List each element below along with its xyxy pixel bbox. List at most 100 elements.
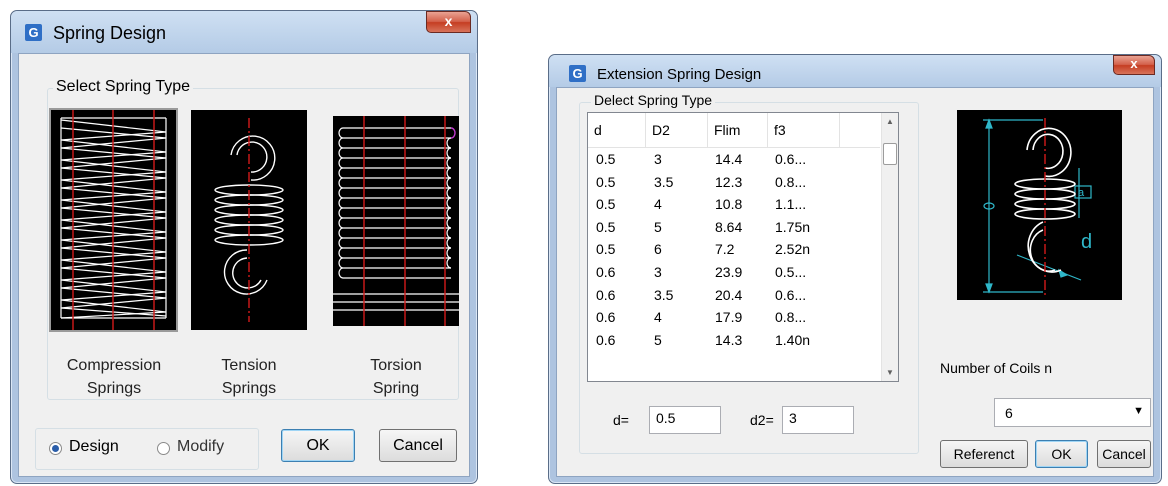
cell-d: 0.6 bbox=[596, 309, 616, 326]
close-button[interactable]: x bbox=[426, 11, 471, 33]
cancel-button[interactable]: Cancel bbox=[1097, 440, 1151, 468]
coils-value: 6 bbox=[1005, 405, 1013, 421]
cell-d2: 4 bbox=[654, 196, 662, 213]
cell-d: 0.6 bbox=[596, 286, 616, 303]
d-label: d= bbox=[613, 412, 629, 428]
cell-flim: 17.9 bbox=[715, 309, 743, 326]
compression-spring-drawing bbox=[60, 110, 167, 330]
referenct-button[interactable]: Referenct bbox=[940, 440, 1028, 468]
window-title: Spring Design bbox=[53, 23, 167, 43]
column-header-d2[interactable]: D2 bbox=[646, 113, 708, 147]
d2-label: d2= bbox=[750, 412, 774, 428]
cell-f3: 1.1... bbox=[775, 196, 807, 213]
cell-f3: 2.52n bbox=[775, 241, 811, 258]
table-row[interactable]: 0.6 5 14.3 1.40n bbox=[588, 329, 880, 352]
cell-d: 0.5 bbox=[596, 173, 616, 190]
cell-d2: 3 bbox=[654, 151, 662, 167]
cell-d: 0.6 bbox=[596, 263, 616, 280]
app-icon: G bbox=[25, 24, 42, 41]
list-scrollbar[interactable]: ▲ ▼ bbox=[881, 113, 898, 381]
extension-spring-design-dialog: G Extension Spring Design x Delect Sprin… bbox=[548, 54, 1162, 484]
cell-d: 0.5 bbox=[596, 151, 616, 167]
table-row[interactable]: 0.6 3 23.9 0.5... bbox=[588, 261, 880, 284]
table-row[interactable]: 0.6 4 17.9 0.8... bbox=[588, 306, 880, 329]
modify-radio[interactable] bbox=[157, 442, 170, 455]
coils-dropdown[interactable]: 6 ▼ bbox=[994, 398, 1151, 427]
caption-line-2: Springs bbox=[221, 380, 277, 397]
cell-d2: 5 bbox=[654, 218, 662, 235]
cell-flim: 20.4 bbox=[715, 286, 743, 303]
list-rows: 0.5 3 14.4 0.6... 0.5 3.5 12.3 0.8... 0.5 4 10.8… bbox=[588, 148, 880, 351]
table-row[interactable]: 0.5 4 10.8 1.1... bbox=[588, 193, 880, 216]
spring-type-group-label: Select Spring Type bbox=[53, 78, 194, 96]
table-row[interactable]: 0.5 5 8.64 1.75n bbox=[588, 216, 880, 239]
column-header-f3[interactable]: f3 bbox=[768, 113, 840, 147]
column-header-flim[interactable]: Flim bbox=[708, 113, 768, 147]
cell-flim: 8.64 bbox=[715, 218, 743, 235]
cell-d: 0.6 bbox=[596, 331, 616, 348]
coils-label: Number of Coils n bbox=[940, 360, 1053, 376]
cell-d2: 5 bbox=[654, 331, 662, 348]
torsion-spring-image[interactable] bbox=[333, 116, 459, 326]
ok-button[interactable]: OK bbox=[1035, 440, 1088, 468]
caption-line-1: Compression bbox=[66, 357, 162, 374]
close-button[interactable]: x bbox=[1113, 55, 1155, 75]
scroll-down-icon[interactable]: ▼ bbox=[882, 364, 898, 381]
caption-line-1: Tension bbox=[221, 357, 277, 374]
cancel-button[interactable]: Cancel bbox=[379, 429, 457, 462]
cell-f3: 0.8... bbox=[775, 309, 807, 326]
extension-spring-diagram: d a bbox=[957, 110, 1122, 300]
cell-d2: 3 bbox=[654, 263, 662, 280]
list-header: d D2 Flim f3 bbox=[588, 113, 880, 148]
caption-line-2: Springs bbox=[86, 380, 142, 397]
cell-flim: 14.3 bbox=[715, 331, 743, 348]
cell-f3: 0.8... bbox=[775, 173, 807, 190]
design-radio-label[interactable]: Design bbox=[69, 438, 119, 456]
diagram-label-d: d bbox=[1081, 231, 1092, 253]
cell-f3: 1.75n bbox=[775, 218, 811, 235]
tension-spring-image[interactable] bbox=[191, 110, 307, 330]
scroll-up-icon[interactable]: ▲ bbox=[882, 113, 898, 130]
spring-size-list[interactable]: d D2 Flim f3 0.5 3 14.4 0.6... 0.5 3.5 12.3 0.… bbox=[587, 112, 899, 382]
cell-d: 0.5 bbox=[596, 241, 616, 258]
modify-radio-label[interactable]: Modify bbox=[177, 438, 224, 456]
spring-type-group-label: Delect Spring Type bbox=[591, 92, 716, 108]
cell-f3: 0.5... bbox=[775, 263, 807, 280]
compression-springs-caption: Compression Springs bbox=[54, 354, 174, 400]
tension-springs-caption: Tension Springs bbox=[189, 354, 309, 400]
table-row[interactable]: 0.5 3.5 12.3 0.8... bbox=[588, 171, 880, 194]
cell-f3: 0.6... bbox=[775, 151, 807, 167]
app-icon: G bbox=[569, 65, 586, 82]
cell-d: 0.5 bbox=[596, 218, 616, 235]
cell-d2: 6 bbox=[654, 241, 662, 258]
cell-d: 0.5 bbox=[596, 196, 616, 213]
column-header-d[interactable]: d bbox=[588, 113, 646, 147]
cell-flim: 10.8 bbox=[715, 196, 743, 213]
diagram-label-a: a bbox=[1078, 187, 1085, 199]
scroll-thumb[interactable] bbox=[883, 143, 897, 165]
table-row[interactable]: 0.5 6 7.2 2.52n bbox=[588, 238, 880, 261]
table-row[interactable]: 0.6 3.5 20.4 0.6... bbox=[588, 284, 880, 307]
d2-input[interactable]: 3 bbox=[782, 406, 854, 434]
title-bar[interactable]: G Extension Spring Design x bbox=[549, 55, 1161, 87]
window-title: Extension Spring Design bbox=[597, 66, 762, 83]
spring-design-dialog: G Spring Design x Select Spring Type Com… bbox=[10, 10, 478, 484]
cell-d2: 3.5 bbox=[654, 173, 674, 190]
tension-spring-drawing bbox=[214, 118, 284, 322]
dialog-body: Delect Spring Type d D2 Flim f3 0.5 3 14.4… bbox=[556, 87, 1154, 477]
ok-button[interactable]: OK bbox=[281, 429, 355, 462]
d-input[interactable]: 0.5 bbox=[649, 406, 721, 434]
cell-d2: 4 bbox=[654, 309, 662, 326]
table-row[interactable]: 0.5 3 14.4 0.6... bbox=[588, 148, 880, 171]
caption-line-1: Torsion bbox=[370, 357, 422, 374]
cell-d2: 3.5 bbox=[654, 286, 674, 303]
compression-spring-image[interactable] bbox=[49, 108, 178, 332]
cell-flim: 23.9 bbox=[715, 263, 743, 280]
chevron-down-icon[interactable]: ▼ bbox=[1133, 405, 1144, 417]
extension-spring-drawing: d a bbox=[983, 118, 1092, 296]
title-bar[interactable]: G Spring Design x bbox=[11, 11, 477, 53]
cell-f3: 0.6... bbox=[775, 286, 807, 303]
dialog-body: Select Spring Type Compression Springs T… bbox=[18, 53, 470, 477]
torsion-spring-caption: Torsion Spring bbox=[336, 354, 456, 400]
design-radio[interactable] bbox=[49, 442, 62, 455]
